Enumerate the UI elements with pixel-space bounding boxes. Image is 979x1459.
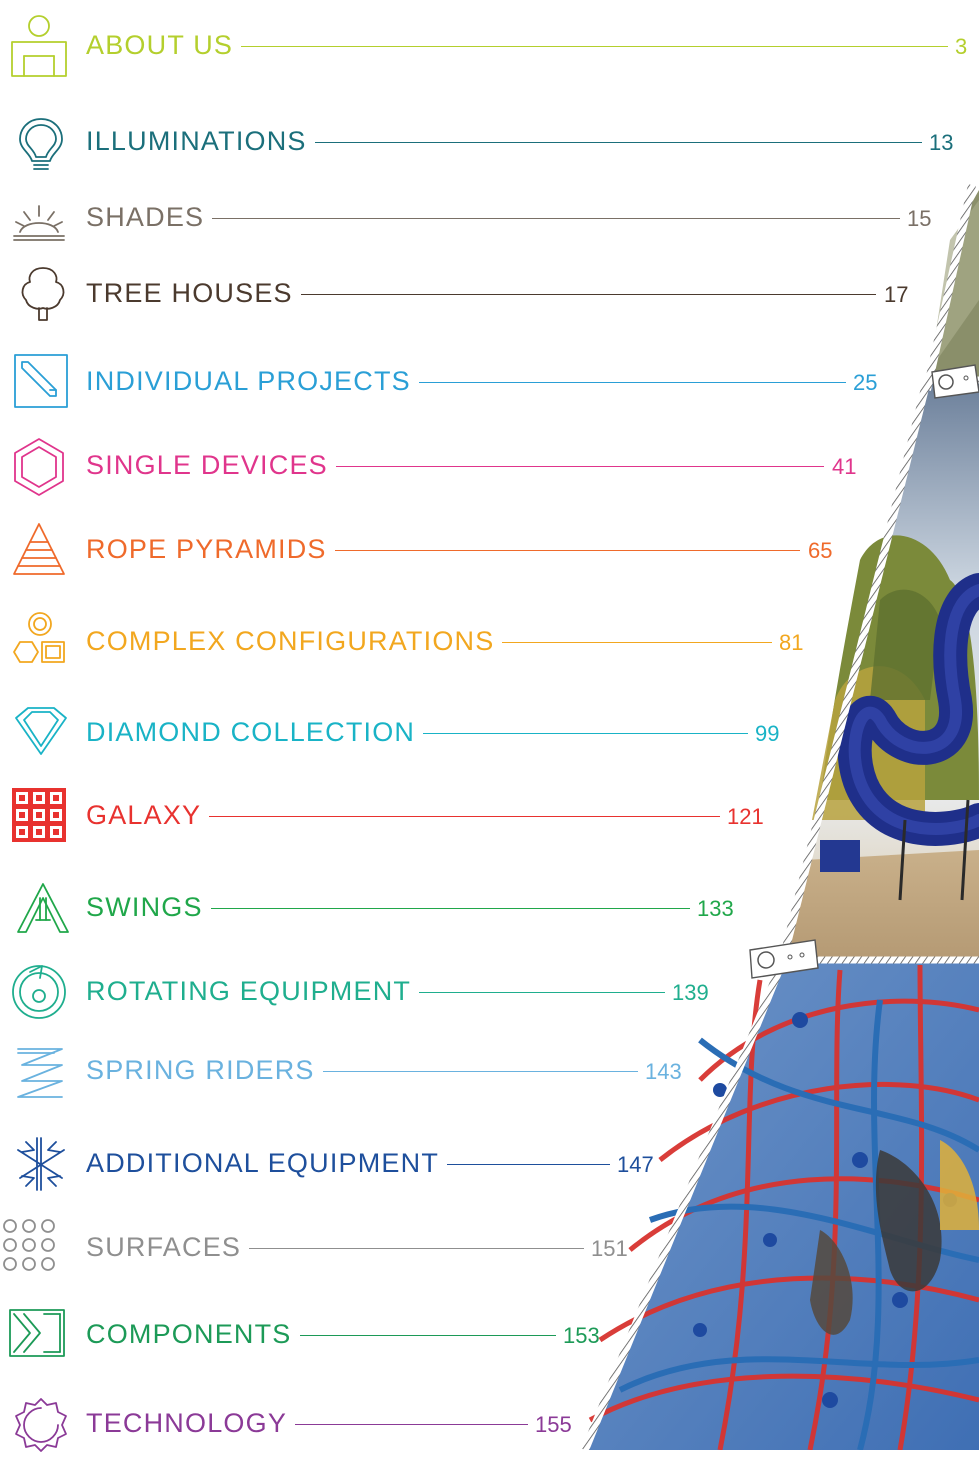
toc-leader-line [241, 46, 948, 47]
dots-icon [0, 1216, 58, 1274]
toc-label: GALAXY [86, 800, 202, 830]
pencil-icon [12, 352, 70, 410]
toc-leader-line [323, 1071, 638, 1072]
diamond-icon [12, 702, 70, 760]
swing-frame-icon [14, 880, 72, 938]
sun-shade-icon [10, 192, 68, 250]
toc-label: INDIVIDUAL PROJECTS [86, 366, 411, 396]
toc-label: ILLUMINATIONS [86, 126, 307, 156]
toc-page-number: 147 [617, 1152, 654, 1177]
toc-leader-line [419, 992, 665, 993]
toc-label: ROTATING EQUIPMENT [86, 976, 412, 1006]
toc-label: SWINGS [86, 892, 203, 922]
snowflake-icon [12, 1134, 70, 1192]
components-icon [8, 1304, 66, 1362]
toc-leader-line [212, 218, 900, 219]
toc-page-number: 41 [832, 454, 857, 479]
toc-label: ROPE PYRAMIDS [86, 534, 327, 564]
toc-page-number: 121 [727, 804, 764, 829]
toc-label: ADDITIONAL EQUIPMENT [86, 1148, 440, 1178]
toc-page-number: 155 [535, 1412, 572, 1437]
toc-page-number: 99 [755, 721, 780, 746]
toc-leader-line [315, 142, 922, 143]
toc-page-number: 65 [808, 538, 833, 563]
toc-leader-line [336, 466, 824, 467]
toc-label: COMPLEX CONFIGURATIONS [86, 626, 495, 656]
toc-label: SINGLE DEVICES [86, 450, 328, 480]
toc-label: TECHNOLOGY [86, 1408, 288, 1438]
toc-page-number: 15 [907, 206, 932, 231]
gear-icon [12, 1396, 70, 1454]
toc-label: COMPONENTS [86, 1319, 292, 1349]
toc-label: ABOUT US [86, 30, 234, 60]
lightbulb-icon [12, 113, 70, 171]
rotation-icon [10, 962, 68, 1020]
tree-icon [14, 264, 72, 322]
toc-label: DIAMOND COLLECTION [86, 717, 416, 747]
spring-icon [10, 1043, 68, 1101]
toc-leader-line [502, 642, 772, 643]
toc-page-number: 151 [591, 1236, 628, 1261]
toc-label: SPRING RIDERS [86, 1055, 315, 1085]
toc-leader-line [300, 1335, 556, 1336]
toc-page-number: 17 [884, 282, 909, 307]
toc-page-number: 133 [697, 896, 734, 921]
toc-page-number: 81 [779, 630, 804, 655]
pyramid-icon [10, 520, 68, 578]
toc-leader-line [335, 550, 800, 551]
toc-leader-line [447, 1164, 610, 1165]
toc-page-number: 3 [955, 34, 968, 59]
toc-leader-line [211, 908, 690, 909]
toc-leader-line [419, 382, 846, 383]
toc-leader-line [209, 816, 720, 817]
toc-page-number: 25 [853, 370, 878, 395]
toc-leader-line [295, 1424, 528, 1425]
toc-label: TREE HOUSES [86, 278, 293, 308]
toc-leader-line [423, 733, 748, 734]
toc-page-number: 153 [563, 1323, 600, 1348]
toc-label: SHADES [86, 202, 205, 232]
toc-leader-line [249, 1248, 584, 1249]
grid-icon [10, 786, 68, 844]
person-icon [10, 15, 68, 77]
complex-shapes-icon [6, 612, 65, 670]
toc-label: SURFACES [86, 1232, 242, 1262]
toc-page-number: 139 [672, 980, 709, 1005]
hexagon-icon [10, 437, 68, 496]
toc-page-number: 13 [929, 130, 954, 155]
toc-leader-line [301, 294, 876, 295]
toc-page-number: 143 [645, 1059, 682, 1084]
